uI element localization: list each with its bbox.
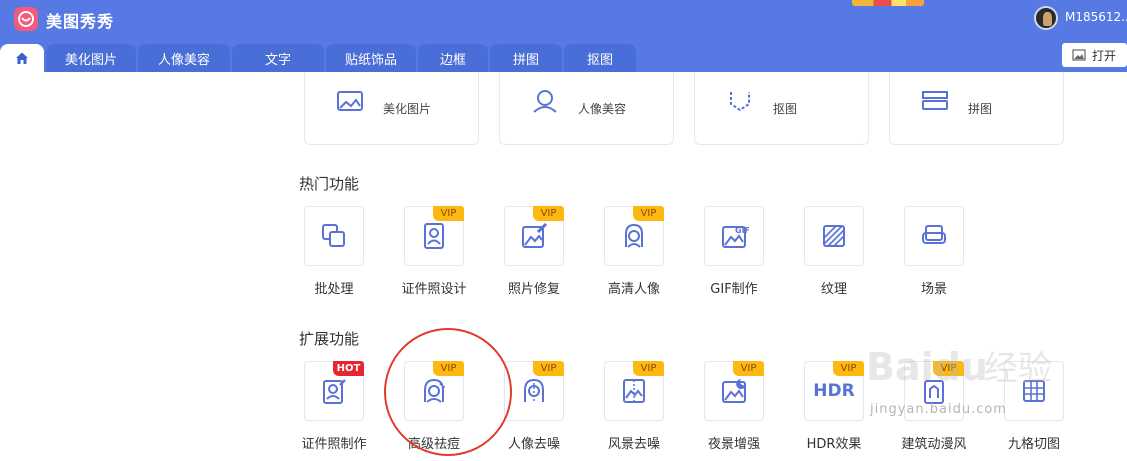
tool-hd-portrait[interactable]: VIP 高清人像 xyxy=(594,206,674,306)
tool-label: 人像去噪 xyxy=(507,437,560,452)
tool-label: 证件照设计 xyxy=(401,282,467,297)
tool-icon-box[interactable]: VIP xyxy=(604,361,664,421)
home-icon xyxy=(16,52,28,64)
section-title-hot: 热门功能 xyxy=(299,175,360,193)
tool-icon-box[interactable] xyxy=(804,206,864,266)
tool-texture[interactable]: 纹理 xyxy=(794,206,874,306)
tool-label: 九格切图 xyxy=(1007,437,1060,452)
tool-icon-box[interactable]: VIP xyxy=(604,206,664,266)
quick-card-puzzle[interactable]: 拼图 xyxy=(889,72,1064,145)
tool-icon-box[interactable]: VIP xyxy=(404,206,464,266)
vip-badge: VIP xyxy=(433,206,464,221)
quick-card-cutout[interactable]: 抠图 xyxy=(694,72,869,145)
tool-id-photo-maker[interactable]: HOT 证件照制作 xyxy=(294,361,374,461)
quick-card-label: 拼图 xyxy=(968,102,993,116)
hd-portrait-icon xyxy=(625,223,643,248)
puzzle-icon xyxy=(922,91,948,110)
meitu-logo-icon xyxy=(14,7,38,31)
tool-icon-box[interactable] xyxy=(904,206,964,266)
tool-icon-box[interactable]: HDR VIP xyxy=(804,361,864,421)
quick-card-label: 美化图片 xyxy=(383,102,432,116)
landscape-denoise-icon xyxy=(623,379,645,403)
username[interactable]: M185612... xyxy=(1065,10,1127,24)
main-tab-bar: 美化图片 人像美容 文字 贴纸饰品 边框 拼图 抠图 打开 xyxy=(0,40,1127,72)
photo-repair-icon xyxy=(522,222,548,248)
id-photo-icon xyxy=(424,223,444,249)
tool-label: GIF制作 xyxy=(710,282,758,297)
tool-icon-box[interactable]: GIF xyxy=(704,206,764,266)
cutout-icon xyxy=(730,92,750,112)
meitu-app-window: 美图秀秀 M185612... 美化图片 人像美容 文字 贴纸饰品 边框 拼图 … xyxy=(0,0,1127,461)
tool-batch[interactable]: 批处理 xyxy=(294,206,374,306)
open-image-icon xyxy=(1072,49,1086,61)
texture-icon xyxy=(823,225,845,247)
tool-night-enhance[interactable]: VIP 夜景增强 xyxy=(694,361,774,461)
open-button[interactable]: 打开 xyxy=(1062,43,1127,67)
tool-icon-box[interactable]: VIP xyxy=(504,361,564,421)
tool-label: 证件照制作 xyxy=(301,437,367,452)
scene-icon xyxy=(922,225,946,244)
tool-icon-box[interactable]: VIP xyxy=(704,361,764,421)
tool-icon-box[interactable]: VIP xyxy=(504,206,564,266)
hdr-icon: HDR xyxy=(813,381,855,401)
hot-badge: HOT xyxy=(333,361,364,376)
gif-icon: GIF xyxy=(722,226,749,248)
highlight-circle xyxy=(384,328,512,456)
home-content: 美化图片 人像美容 抠图 拼图 热门功能 批处理 VIP 证件照设计 VIP 照… xyxy=(0,72,1127,461)
image-icon xyxy=(337,91,363,111)
vip-badge: VIP xyxy=(633,361,664,376)
tab-beautify[interactable]: 美化图片 xyxy=(46,44,136,72)
tool-id-photo-design[interactable]: VIP 证件照设计 xyxy=(394,206,474,306)
tool-photo-repair[interactable]: VIP 照片修复 xyxy=(494,206,574,306)
tab-cutout[interactable]: 抠图 xyxy=(564,44,636,72)
tool-label: HDR效果 xyxy=(806,437,862,452)
tool-icon-box[interactable] xyxy=(304,206,364,266)
tab-border[interactable]: 边框 xyxy=(418,44,488,72)
promo-banner[interactable] xyxy=(852,0,924,6)
tab-stickers[interactable]: 贴纸饰品 xyxy=(326,44,416,72)
tab-home[interactable] xyxy=(0,44,44,72)
vip-badge: VIP xyxy=(633,206,664,221)
app-name: 美图秀秀 xyxy=(46,12,115,31)
night-enhance-icon xyxy=(722,379,746,403)
tool-icon-box[interactable]: HOT xyxy=(304,361,364,421)
tool-label: 纹理 xyxy=(820,282,847,297)
batch-icon xyxy=(322,224,345,247)
tool-label: 高清人像 xyxy=(607,282,660,297)
tab-portrait[interactable]: 人像美容 xyxy=(138,44,230,72)
avatar[interactable] xyxy=(1034,6,1058,30)
quick-card-label: 人像美容 xyxy=(578,102,627,116)
vip-badge: VIP xyxy=(833,361,864,376)
tool-landscape-denoise[interactable]: VIP 风景去噪 xyxy=(594,361,674,461)
tool-scene[interactable]: 场景 xyxy=(894,206,974,306)
vip-badge: VIP xyxy=(533,361,564,376)
watermark-brand: Baidu xyxy=(866,345,988,389)
portrait-icon xyxy=(533,90,557,113)
portrait-denoise-icon xyxy=(524,378,544,403)
quick-card-portrait[interactable]: 人像美容 xyxy=(499,72,674,145)
tool-label: 风景去噪 xyxy=(607,437,660,452)
tool-hdr[interactable]: HDR VIP HDR效果 xyxy=(794,361,874,461)
section-title-extended: 扩展功能 xyxy=(299,330,360,348)
vip-badge: VIP xyxy=(533,206,564,221)
tool-label: 批处理 xyxy=(314,282,354,297)
vip-badge: VIP xyxy=(733,361,764,376)
id-photo-maker-icon xyxy=(323,379,346,404)
title-bar: 美图秀秀 M185612... xyxy=(0,0,1127,40)
tool-label: 场景 xyxy=(920,282,947,297)
quick-card-label: 抠图 xyxy=(773,102,798,116)
tool-label: 夜景增强 xyxy=(707,437,760,452)
tab-text[interactable]: 文字 xyxy=(232,44,324,72)
svg-text:GIF: GIF xyxy=(735,226,749,235)
tool-label: 照片修复 xyxy=(507,282,560,297)
open-button-label: 打开 xyxy=(1092,48,1117,63)
tool-gif[interactable]: GIF GIF制作 xyxy=(694,206,774,306)
tab-puzzle[interactable]: 拼图 xyxy=(490,44,562,72)
tool-label: 建筑动漫风 xyxy=(901,437,967,452)
watermark-tag: 经验 xyxy=(984,349,1052,389)
watermark-url: jingyan.baidu.com xyxy=(870,402,1007,417)
quick-card-beautify[interactable]: 美化图片 xyxy=(304,72,479,145)
